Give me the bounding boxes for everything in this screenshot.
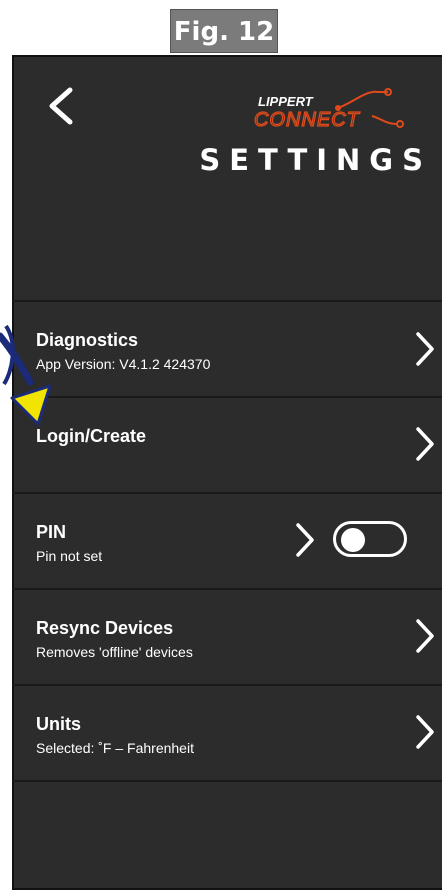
svg-text:LIPPERT: LIPPERT xyxy=(258,94,314,109)
pin-toggle-switch[interactable] xyxy=(333,521,407,557)
figure-label: Fig. 12 xyxy=(170,9,278,53)
back-arrow-icon[interactable] xyxy=(46,86,76,126)
lippert-connect-logo: LIPPERT CONNECT xyxy=(254,88,404,132)
chevron-right-icon[interactable] xyxy=(294,522,316,558)
pin-subtitle: Pin not set xyxy=(36,548,103,564)
pin-title: PIN xyxy=(36,522,67,542)
page-title: SETTINGS xyxy=(199,143,432,177)
units-title: Units xyxy=(36,714,81,734)
annotation-arrow-icon xyxy=(0,324,52,426)
settings-list-end-divider xyxy=(12,780,442,782)
units-subtitle: Selected: ˚F – Fahrenheit xyxy=(36,740,194,756)
svg-text:CONNECT: CONNECT xyxy=(254,109,361,131)
toggle-knob xyxy=(341,528,365,552)
chevron-right-icon[interactable] xyxy=(414,714,436,750)
chevron-right-icon[interactable] xyxy=(414,331,436,367)
chevron-right-icon[interactable] xyxy=(414,426,436,462)
resync-devices-title: Resync Devices xyxy=(36,618,174,638)
resync-devices-subtitle: Removes 'offline' devices xyxy=(36,644,193,660)
chevron-right-icon[interactable] xyxy=(414,618,436,654)
